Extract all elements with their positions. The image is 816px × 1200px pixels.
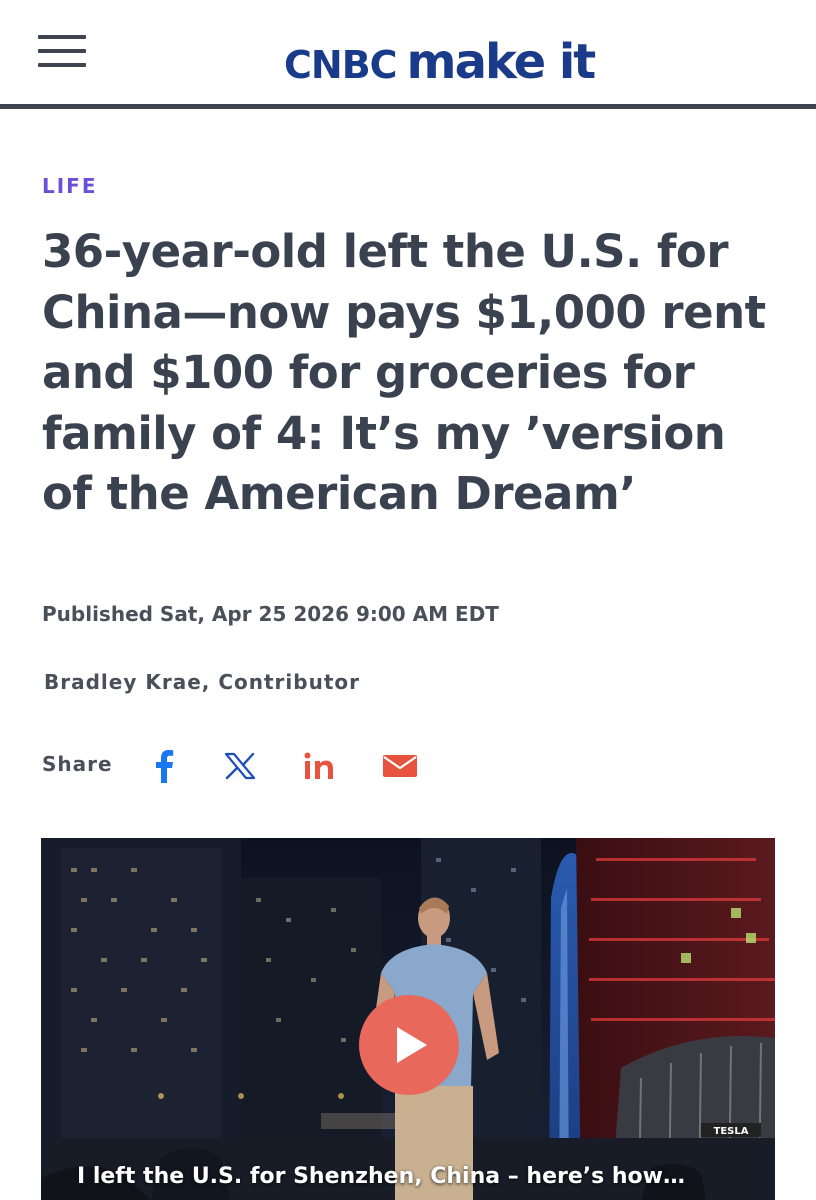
play-button[interactable] — [359, 995, 459, 1095]
tesla-sign: TESLA — [714, 1126, 749, 1137]
menu-bar — [38, 49, 86, 53]
video-caption: I left the U.S. for Shenzhen, China – he… — [77, 1164, 685, 1189]
video-player[interactable]: TESLA I left the U.S. for Shenzhen, Chin… — [41, 838, 775, 1200]
share-label: Share — [42, 752, 113, 776]
x-twitter-icon[interactable] — [218, 746, 262, 786]
published-date: Published Sat, Apr 25 2026 9:00 AM EDT — [42, 602, 499, 626]
menu-bar — [38, 63, 86, 67]
email-icon[interactable] — [378, 746, 422, 786]
logo-cnbc: CNBC — [284, 43, 398, 87]
hamburger-menu-icon[interactable] — [38, 33, 88, 69]
share-bar: Share — [42, 746, 442, 786]
linkedin-icon[interactable] — [298, 746, 342, 786]
menu-bar — [38, 35, 86, 39]
logo-make-it: make it — [406, 34, 597, 90]
facebook-icon[interactable] — [142, 746, 186, 786]
site-header: CNBC make it — [0, 0, 816, 104]
header-divider — [0, 104, 816, 109]
site-logo[interactable]: CNBC make it — [284, 34, 597, 90]
section-label[interactable]: LIFE — [42, 174, 98, 198]
article-headline: 36-year-old left the U.S. for China—now … — [42, 225, 766, 520]
author-byline[interactable]: Bradley Krae, Contributor — [44, 670, 360, 694]
play-icon — [397, 1027, 427, 1063]
